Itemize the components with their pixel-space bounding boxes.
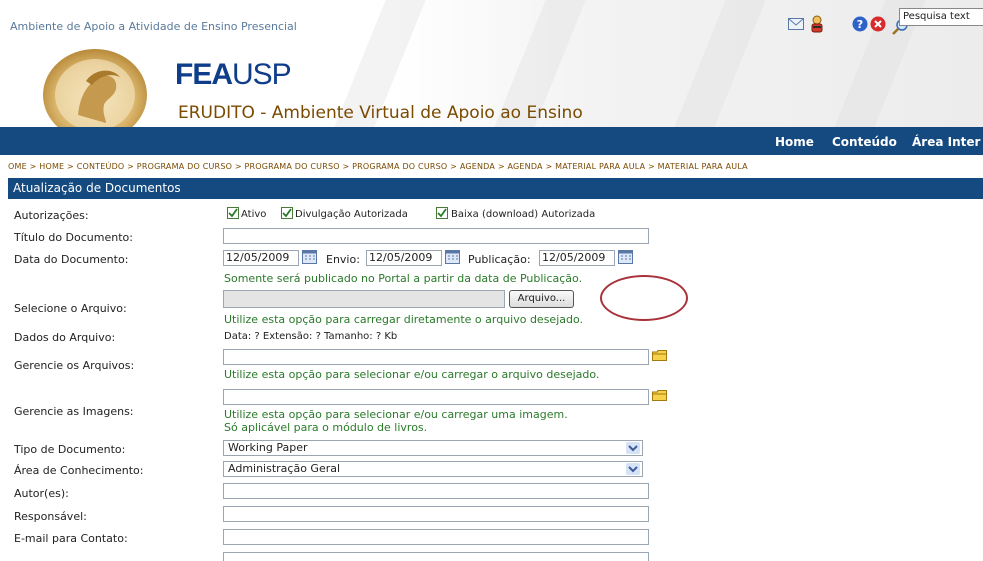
folder-icon[interactable] xyxy=(652,390,667,401)
section-title-bar: Atualização de Documentos xyxy=(8,178,983,199)
envio-input[interactable]: 12/05/2009 xyxy=(366,250,442,266)
folder-icon[interactable] xyxy=(652,350,667,361)
divulgacao-label: Divulgação Autorizada xyxy=(295,209,408,220)
close-icon[interactable] xyxy=(870,16,886,32)
data-label: Data do Documento: xyxy=(14,253,129,266)
gerencie-imagens-input[interactable] xyxy=(223,389,649,405)
brand-fea: FEA xyxy=(175,58,233,91)
page-title: Atualização de Documentos xyxy=(13,181,181,195)
mail-icon[interactable] xyxy=(788,18,804,30)
arquivo-path-input[interactable] xyxy=(223,290,505,308)
autorizacoes-label: Autorizações: xyxy=(14,209,89,222)
gerencie-arquivos-input[interactable] xyxy=(223,349,649,365)
feausp-logo xyxy=(43,49,147,127)
calendar-icon[interactable] xyxy=(302,250,317,264)
titulo-label: Título do Documento: xyxy=(14,231,133,244)
nav-area[interactable]: Área Inter xyxy=(912,135,980,149)
gerencie-arquivos-help: Utilize esta opção para selecionar e/ou … xyxy=(224,368,600,381)
check-icon xyxy=(228,208,238,218)
gerencie-imagens-help-2: Só aplicável para o módulo de livros. xyxy=(224,421,428,434)
header-banner: Ambiente de Apoio a Atividade de Ensino … xyxy=(0,0,983,127)
check-icon xyxy=(437,208,447,218)
calendar-icon[interactable] xyxy=(445,250,460,264)
app-subtitle: ERUDITO - Ambiente Virtual de Apoio ao E… xyxy=(178,103,583,123)
highlight-annotation xyxy=(600,275,688,321)
data-documento-input[interactable]: 12/05/2009 xyxy=(223,250,299,266)
envio-label: Envio: xyxy=(326,253,360,266)
ativo-checkbox[interactable] xyxy=(227,207,239,219)
publicacao-input[interactable]: 12/05/2009 xyxy=(539,250,615,266)
responsavel-label: Responsável: xyxy=(14,510,87,523)
next-field-input[interactable] xyxy=(223,552,649,561)
email-input[interactable] xyxy=(223,529,649,545)
gerencie-imagens-label: Gerencie as Imagens: xyxy=(14,405,134,418)
responsavel-input[interactable] xyxy=(223,506,649,522)
top-tagline: Ambiente de Apoio a Atividade de Ensino … xyxy=(10,20,297,33)
main-nav-bar: Home Conteúdo Área Inter xyxy=(0,127,983,155)
chevron-down-icon[interactable] xyxy=(626,442,640,454)
search-field[interactable]: Pesquisa text xyxy=(899,8,983,26)
autor-label: Autor(es): xyxy=(14,487,69,500)
user-icon[interactable] xyxy=(810,15,824,33)
area-select[interactable]: Administração Geral xyxy=(223,461,643,477)
baixa-checkbox[interactable] xyxy=(436,207,448,219)
tipo-label: Tipo de Documento: xyxy=(14,443,126,456)
arquivo-label: Selecione o Arquivo: xyxy=(14,302,127,315)
brand-logo-text: FEAUSP xyxy=(175,58,292,92)
arquivo-button[interactable]: Arquivo... xyxy=(509,290,574,308)
nav-conteudo[interactable]: Conteúdo xyxy=(832,135,897,149)
publicacao-label: Publicação: xyxy=(468,253,531,266)
nav-home[interactable]: Home xyxy=(775,135,814,149)
data-help-text: Somente será publicado no Portal a parti… xyxy=(224,272,583,285)
area-label: Área de Conhecimento: xyxy=(14,464,144,477)
brand-usp: USP xyxy=(232,58,292,91)
chevron-down-icon[interactable] xyxy=(626,463,640,475)
ativo-label: Ativo xyxy=(241,209,267,220)
autor-input[interactable] xyxy=(223,483,649,499)
baixa-label: Baixa (download) Autorizada xyxy=(451,209,596,220)
titulo-input[interactable] xyxy=(223,228,649,244)
check-icon xyxy=(282,208,292,218)
calendar-icon[interactable] xyxy=(618,250,633,264)
gerencie-imagens-help-1: Utilize esta opção para selecionar e/ou … xyxy=(224,408,568,421)
tipo-select[interactable]: Working Paper xyxy=(223,440,643,456)
divulgacao-checkbox[interactable] xyxy=(281,207,293,219)
email-label: E-mail para Contato: xyxy=(14,532,128,545)
dados-value: Data: ? Extensão: ? Tamanho: ? Kb xyxy=(224,331,398,342)
help-icon[interactable]: ? xyxy=(852,16,868,32)
svg-text:?: ? xyxy=(857,18,863,31)
dados-label: Dados do Arquivo: xyxy=(14,331,116,344)
gerencie-arquivos-label: Gerencie os Arquivos: xyxy=(14,359,135,372)
tipo-selected-value: Working Paper xyxy=(228,441,308,454)
arquivo-help-text: Utilize esta opção para carregar diretam… xyxy=(224,313,584,326)
area-selected-value: Administração Geral xyxy=(228,462,341,475)
breadcrumb[interactable]: OME > HOME > CONTEÚDO > PROGRAMA DO CURS… xyxy=(8,162,748,171)
